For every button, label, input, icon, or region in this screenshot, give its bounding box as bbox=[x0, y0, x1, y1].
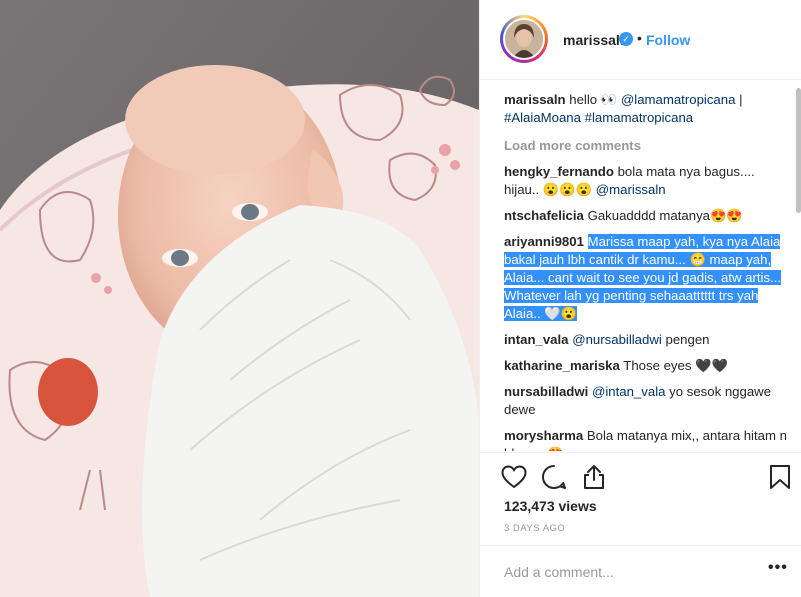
comment-item: hengky_fernando bola mata nya bagus.... … bbox=[504, 163, 790, 199]
comment-item: katharine_mariska Those eyes 🖤🖤 bbox=[504, 357, 790, 375]
comment-bubble-icon bbox=[542, 465, 566, 490]
like-button[interactable] bbox=[500, 463, 528, 491]
load-more-comments-button[interactable]: Load more comments bbox=[504, 137, 790, 155]
caption: marissaln hello 👀 @lamamatropicana | #Al… bbox=[504, 91, 790, 127]
comment-text: pengen bbox=[665, 332, 710, 347]
caption-hashtag-2[interactable]: #lamamatropicana bbox=[585, 110, 694, 125]
comment-item: nursabilladwi @intan_vala yo sesok nggaw… bbox=[504, 383, 790, 419]
caption-username[interactable]: marissaln bbox=[504, 92, 566, 107]
verified-badge-icon: ✓ bbox=[619, 32, 633, 46]
post-timestamp[interactable]: 3 DAYS AGO bbox=[504, 523, 565, 534]
add-comment-input[interactable] bbox=[504, 562, 744, 582]
bookmark-icon bbox=[770, 465, 790, 489]
post-header: marissaln ✓ • Follow bbox=[480, 0, 801, 80]
comment-item: intan_vala @nursabilladwi pengen bbox=[504, 331, 790, 349]
comment-username[interactable]: ariyanni9801 bbox=[504, 234, 584, 249]
comment-username[interactable]: intan_vala bbox=[504, 332, 569, 347]
comment-username[interactable]: katharine_mariska bbox=[504, 358, 620, 373]
heart-outline-icon bbox=[501, 465, 527, 489]
save-button[interactable] bbox=[766, 463, 794, 491]
comment-item: morysharma Bola matanya mix,, antara hit… bbox=[504, 427, 790, 451]
action-bar bbox=[480, 452, 801, 500]
caption-text-1: hello 👀 bbox=[569, 92, 618, 107]
comment-username[interactable]: ntschafelicia bbox=[504, 208, 584, 223]
separator-dot: • bbox=[637, 30, 642, 46]
caption-hashtag-1[interactable]: #AlaiaMoana bbox=[504, 110, 581, 125]
comments-scrollbar[interactable] bbox=[796, 88, 801, 213]
comment-item: ntschafelicia Gakuadddd matanya😍😍 bbox=[504, 207, 790, 225]
comment-username[interactable]: morysharma bbox=[504, 428, 583, 443]
more-options-button[interactable]: ••• bbox=[768, 559, 788, 577]
comment-text: Gakuadddd matanya😍😍 bbox=[587, 208, 743, 223]
share-button[interactable] bbox=[580, 463, 608, 491]
add-comment-section: ••• bbox=[480, 545, 801, 597]
comments-list[interactable]: marissaln hello 👀 @lamamatropicana | #Al… bbox=[504, 91, 790, 451]
post-media[interactable] bbox=[0, 0, 479, 597]
story-ring[interactable] bbox=[500, 15, 548, 63]
comment-text: Those eyes 🖤🖤 bbox=[623, 358, 728, 373]
comment-mention[interactable]: @nursabilladwi bbox=[572, 332, 662, 347]
share-icon bbox=[584, 465, 604, 489]
caption-mention[interactable]: @lamamatropicana bbox=[621, 92, 736, 107]
avatar-image bbox=[505, 20, 543, 58]
comment-mention[interactable]: @marissaln bbox=[596, 182, 666, 197]
comment-item: ariyanni9801 Marissa maap yah, kya nya A… bbox=[504, 233, 790, 323]
comment-mention[interactable]: @intan_vala bbox=[592, 384, 666, 399]
follow-button[interactable]: Follow bbox=[646, 32, 690, 48]
view-count[interactable]: 123,473 views bbox=[504, 498, 597, 514]
post-details-panel: marissaln ✓ • Follow marissaln hello 👀 @… bbox=[479, 0, 801, 597]
caption-text-2: | bbox=[739, 92, 743, 107]
comment-username[interactable]: hengky_fernando bbox=[504, 164, 614, 179]
comment-button[interactable] bbox=[540, 463, 568, 491]
avatar[interactable] bbox=[503, 18, 545, 60]
baby-photo bbox=[0, 0, 479, 597]
comment-username[interactable]: nursabilladwi bbox=[504, 384, 588, 399]
